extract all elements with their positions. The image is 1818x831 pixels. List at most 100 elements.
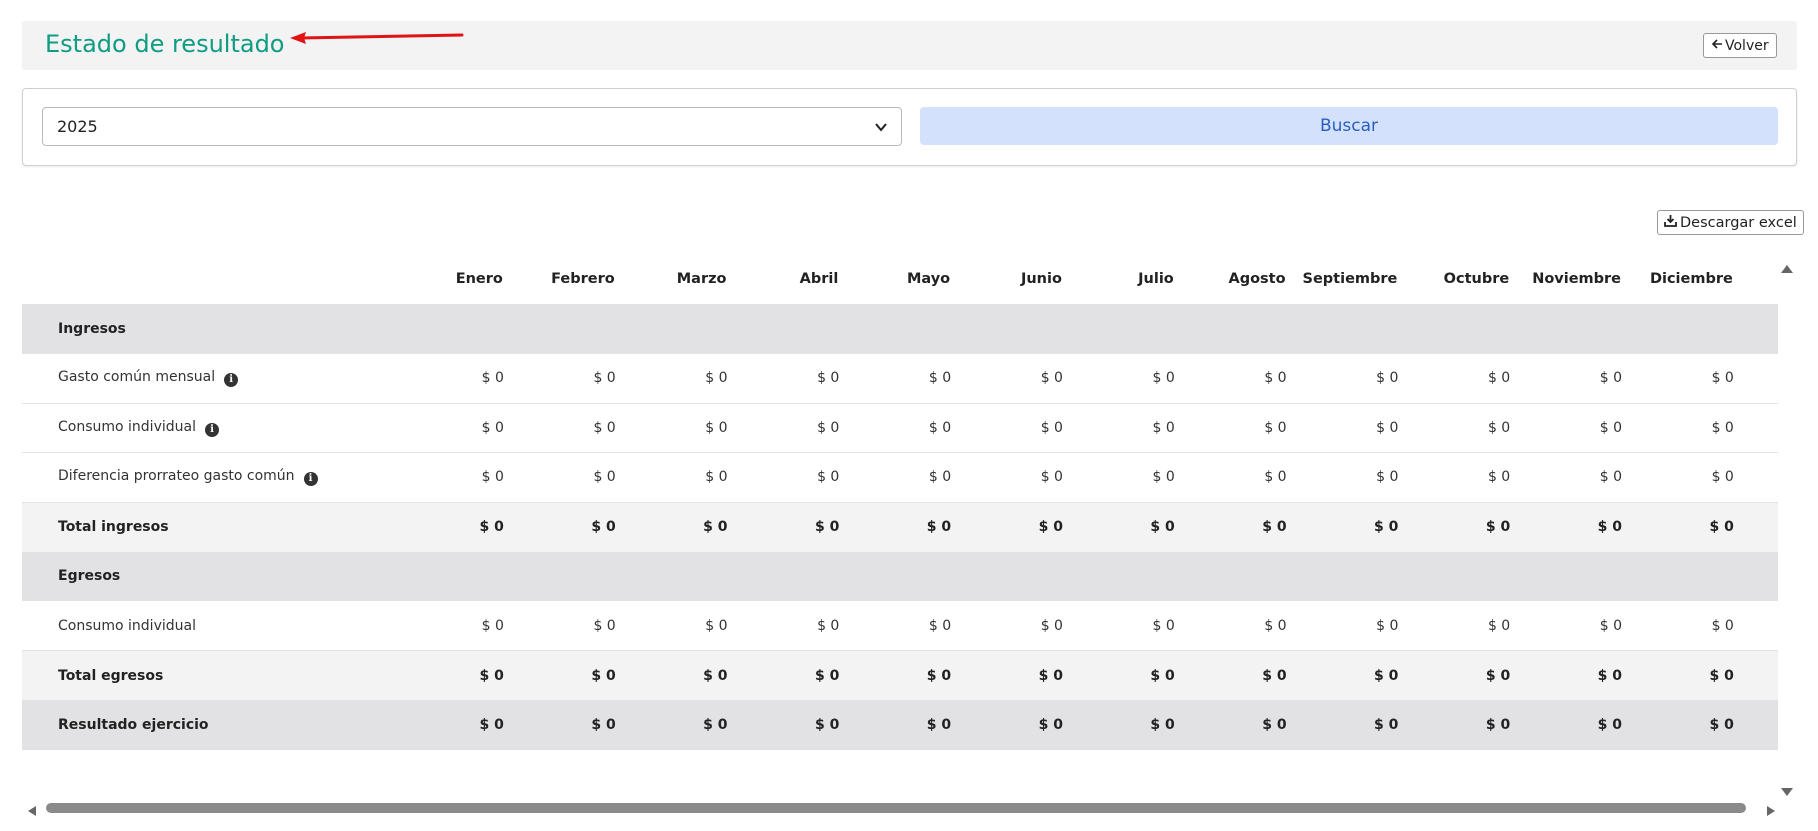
- value-cell: $ 0: [1286, 601, 1399, 651]
- download-excel-button[interactable]: Descargar excel: [1657, 210, 1804, 235]
- value-cell: $ 0: [1622, 353, 1734, 404]
- row-label: Resultado ejercicio: [58, 716, 209, 733]
- value-cell: $ 0: [1510, 502, 1623, 552]
- value-cell: $ 0: [615, 502, 728, 552]
- value-cell: $ 0: [392, 601, 504, 651]
- value-cell: $ 0: [503, 700, 616, 750]
- value-cell: $ 0: [1062, 403, 1175, 453]
- value-cell: $ 0: [1062, 650, 1175, 700]
- scrollbar-thumb[interactable]: [46, 803, 1746, 813]
- value-cell: $ 0: [1398, 403, 1511, 453]
- row-label-cell: Ingresos: [22, 304, 393, 354]
- value-cell: $ 0: [839, 353, 952, 404]
- month-header: Enero: [455, 271, 503, 287]
- result-row: Resultado ejercicio $ 0 $ 0 $ 0 $ 0 $ 0 $ 0 $ 0…: [22, 700, 1778, 750]
- value-cell: $ 0: [1398, 601, 1511, 651]
- row-label-cell: Diferencia prorrateo gasto común i: [22, 452, 393, 503]
- value-cell: $ 0: [503, 502, 616, 552]
- horizontal-scrollbar[interactable]: [22, 799, 1778, 817]
- value-cell: $ 0: [839, 650, 952, 700]
- year-select[interactable]: 2025: [42, 107, 902, 146]
- row-label-cell: Resultado ejercicio: [22, 700, 393, 750]
- value-cell: $ 0: [951, 452, 1063, 503]
- value-cell: [1286, 304, 1399, 354]
- pad-cell: [1733, 452, 1778, 503]
- value-cell: [392, 304, 504, 354]
- row-label: Total egresos: [58, 667, 164, 684]
- value-cell: $ 0: [951, 650, 1063, 700]
- filter-card: 2025 Buscar: [22, 88, 1797, 166]
- download-excel-label: Descargar excel: [1680, 214, 1797, 231]
- value-cell: $ 0: [1510, 700, 1623, 750]
- scroll-left-arrow[interactable]: [27, 802, 37, 821]
- value-cell: $ 0: [951, 353, 1063, 404]
- value-cell: $ 0: [392, 353, 504, 404]
- value-cell: [615, 551, 728, 601]
- results-table: Enero Febrero Marzo Abril Mayo Junio Julio Agos…: [22, 254, 1778, 750]
- info-icon[interactable]: i: [204, 422, 219, 437]
- value-cell: $ 0: [1286, 502, 1399, 552]
- value-cell: $ 0: [615, 353, 728, 404]
- value-cell: $ 0: [727, 452, 840, 503]
- pad-cell: [1733, 304, 1778, 354]
- value-cell: $ 0: [503, 650, 616, 700]
- value-cell: $ 0: [727, 650, 840, 700]
- value-cell: $ 0: [503, 601, 616, 651]
- info-icon[interactable]: i: [224, 373, 239, 387]
- value-cell: $ 0: [1510, 403, 1623, 453]
- info-icon[interactable]: i: [303, 472, 318, 487]
- value-cell: $ 0: [1062, 502, 1175, 552]
- value-cell: $ 0: [615, 403, 728, 453]
- pad-cell: [1733, 650, 1778, 700]
- scroll-right-arrow[interactable]: [1766, 802, 1776, 821]
- results-table-container: Enero Febrero Marzo Abril Mayo Junio Julio Agos…: [22, 254, 1778, 750]
- value-cell: $ 0: [1622, 502, 1734, 552]
- row-label-cell: Consumo individual i: [22, 403, 393, 453]
- search-button[interactable]: Buscar: [920, 107, 1778, 145]
- scroll-up-arrow[interactable]: [1780, 259, 1794, 278]
- value-cell: $ 0: [727, 601, 840, 651]
- value-cell: [951, 304, 1063, 354]
- value-cell: $ 0: [1174, 502, 1287, 552]
- value-cell: $ 0: [1622, 601, 1734, 651]
- year-select-value: 2025: [57, 117, 98, 136]
- value-cell: $ 0: [727, 353, 840, 404]
- page-header: Estado de resultado: [22, 21, 1797, 70]
- value-cell: $ 0: [1622, 700, 1734, 750]
- value-cell: $ 0: [839, 700, 952, 750]
- value-cell: $ 0: [1174, 650, 1287, 700]
- value-cell: $ 0: [615, 700, 728, 750]
- row-label-cell: Total egresos: [22, 650, 393, 700]
- value-cell: [727, 551, 840, 601]
- month-header: Febrero: [551, 271, 615, 287]
- value-cell: $ 0: [392, 502, 504, 552]
- header-cell-pad: [1734, 254, 1778, 304]
- pad-cell: [1733, 551, 1778, 601]
- month-header: Octubre: [1443, 271, 1510, 287]
- row-label-cell: Gasto común mensual i: [22, 353, 393, 404]
- value-cell: $ 0: [1174, 452, 1287, 503]
- value-cell: $ 0: [1062, 601, 1175, 651]
- value-cell: [1510, 304, 1623, 354]
- row-label: Consumo individual: [58, 617, 196, 634]
- table-row: Consumo individual $ 0 $ 0 $ 0 $ 0 $ 0 $ 0 $ 0 $…: [22, 601, 1778, 651]
- row-label: Total ingresos: [58, 519, 169, 535]
- total-row: Total egresos $ 0 $ 0 $ 0 $ 0 $ 0 $ 0 $ 0 $ 0 $ 0…: [22, 650, 1778, 700]
- scroll-down-arrow[interactable]: [1780, 782, 1794, 801]
- value-cell: $ 0: [1622, 403, 1734, 453]
- value-cell: $ 0: [503, 452, 616, 503]
- table-row: Gasto común mensual i $ 0 $ 0 $ 0 $ 0 $ 0 $ 0 $ …: [22, 353, 1778, 404]
- back-button[interactable]: Volver: [1703, 33, 1777, 58]
- value-cell: $ 0: [1622, 452, 1734, 503]
- download-icon: [1664, 214, 1677, 231]
- value-cell: $ 0: [727, 403, 840, 453]
- row-label: Ingresos: [58, 320, 126, 337]
- row-label: Egresos: [58, 568, 121, 585]
- value-cell: [1062, 551, 1175, 601]
- value-cell: $ 0: [951, 601, 1063, 651]
- value-cell: [1510, 551, 1623, 601]
- month-header: Julio: [1138, 271, 1174, 287]
- value-cell: $ 0: [951, 403, 1063, 453]
- pad-cell: [1733, 403, 1778, 453]
- back-button-label: Volver: [1725, 37, 1769, 54]
